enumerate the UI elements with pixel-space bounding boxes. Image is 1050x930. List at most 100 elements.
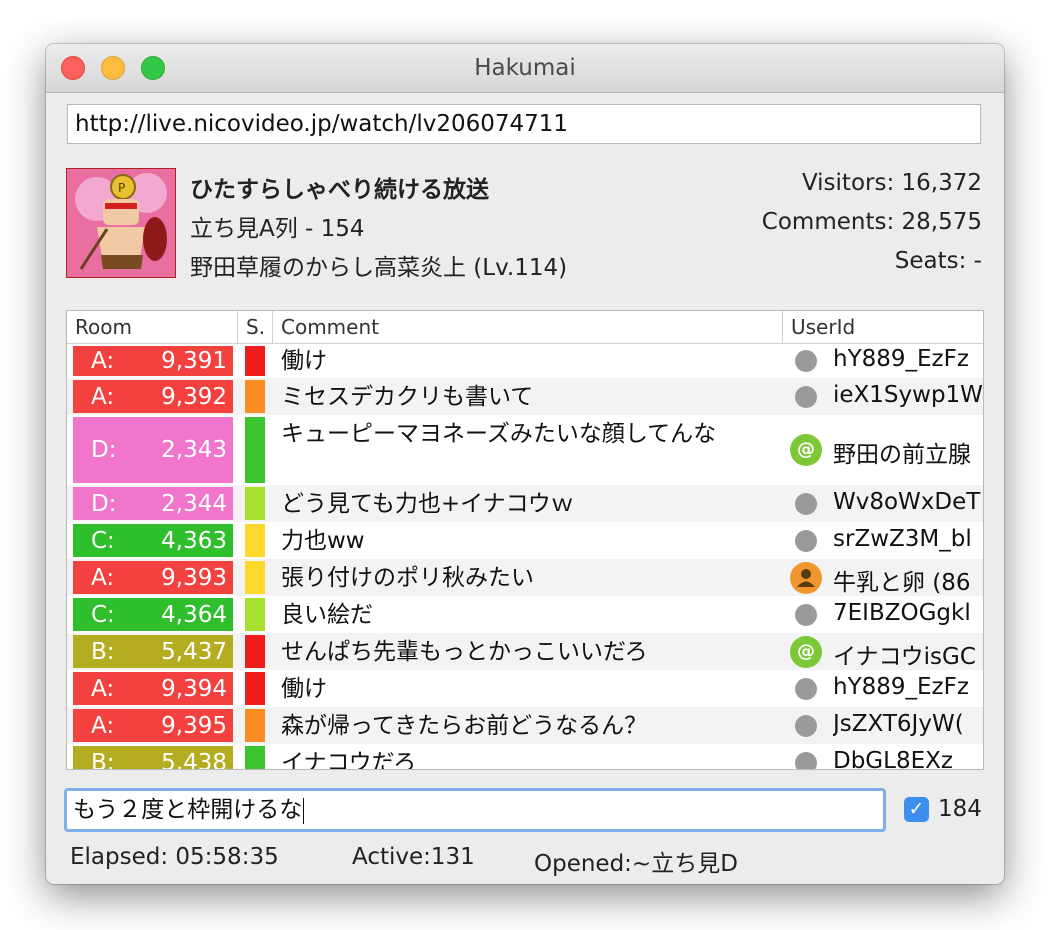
score-indicator bbox=[245, 635, 265, 668]
column-header-userid[interactable]: UserId bbox=[782, 311, 983, 343]
score-indicator bbox=[245, 598, 265, 631]
visitors-count: Visitors: 16,372 bbox=[801, 170, 982, 196]
user-silhouette-icon bbox=[790, 562, 822, 594]
svg-text:P: P bbox=[118, 181, 125, 195]
comment-table[interactable]: Room S. Comment UserId A: 9,391 働け hY889_Ez… bbox=[66, 310, 984, 770]
gray-dot-icon bbox=[795, 350, 817, 372]
user-id: 牛乳と卵 (86 bbox=[833, 570, 971, 596]
table-row[interactable]: A: 9,394 働け hY889_EzFz bbox=[67, 670, 983, 707]
room-cell: A: 9,391 bbox=[73, 346, 233, 376]
room-label: B: bbox=[91, 638, 115, 665]
live-room: 立ち見A列 - 154 bbox=[190, 216, 365, 242]
comment-text: 森が帰ってきたらお前どうなるん？ bbox=[281, 713, 648, 739]
gray-dot-icon bbox=[795, 715, 817, 737]
gray-dot-icon bbox=[795, 386, 817, 408]
room-label: D: bbox=[91, 437, 117, 463]
room-cell: A: 9,392 bbox=[73, 380, 233, 413]
score-indicator bbox=[245, 746, 265, 769]
table-row[interactable]: D: 2,343 キューピーマヨネーズみたいな顔してんな @ 野田の前立腺 bbox=[67, 415, 983, 485]
community-thumbnail-image: P bbox=[67, 169, 175, 277]
column-header-comment[interactable]: Comment bbox=[272, 311, 782, 343]
comment-text: 力也ww bbox=[281, 528, 365, 554]
room-label: A: bbox=[91, 564, 115, 591]
comment-text: イナコウだろ bbox=[281, 750, 417, 770]
table-header: Room S. Comment UserId bbox=[67, 311, 983, 344]
table-row[interactable]: B: 5,438 イナコウだろ DbGL8EXz bbox=[67, 744, 983, 770]
column-header-room[interactable]: Room bbox=[67, 311, 235, 343]
at-sign-icon: @ bbox=[790, 636, 822, 668]
comment-number: 5,437 bbox=[161, 638, 227, 665]
anonymous-checkbox[interactable]: ✓ bbox=[904, 797, 929, 822]
comment-number: 5,438 bbox=[161, 749, 227, 770]
gray-dot-icon bbox=[795, 604, 817, 626]
room-label: C: bbox=[91, 527, 115, 554]
seats-count: Seats: - bbox=[894, 248, 982, 274]
score-indicator bbox=[245, 380, 265, 413]
gray-dot-icon bbox=[795, 752, 817, 769]
table-row[interactable]: D: 2,344 どう見ても力也+イナコウｗ Wv8oWxDeT bbox=[67, 485, 983, 522]
score-indicator bbox=[245, 346, 265, 376]
user-id: JsZXT6JyW( bbox=[833, 711, 964, 737]
table-row[interactable]: B: 5,437 せんぱち先輩もっとかっこいいだろ @ イナコウisGC bbox=[67, 633, 983, 670]
room-cell: C: 4,364 bbox=[73, 598, 233, 631]
room-label: C: bbox=[91, 601, 115, 628]
table-row[interactable]: A: 9,393 張り付けのポリ秋みたい 牛乳と卵 (86 bbox=[67, 559, 983, 596]
score-indicator bbox=[245, 672, 265, 705]
user-id: srZwZ3M_bl bbox=[833, 526, 972, 552]
comment-number: 9,395 bbox=[161, 712, 227, 739]
room-cell: C: 4,363 bbox=[73, 524, 233, 557]
user-id: DbGL8EXz bbox=[833, 748, 953, 770]
comment-number: 4,364 bbox=[161, 601, 227, 628]
room-cell: A: 9,393 bbox=[73, 561, 233, 594]
live-title: ひたすらしゃべり続ける放送 bbox=[190, 177, 489, 203]
anonymous-checkbox-label: 184 bbox=[938, 796, 982, 822]
room-cell: B: 5,437 bbox=[73, 635, 233, 668]
user-id: Wv8oWxDeT bbox=[833, 489, 981, 515]
gray-dot-icon bbox=[795, 530, 817, 552]
table-row[interactable]: A: 9,391 働け hY889_EzFz bbox=[67, 344, 983, 378]
user-id: hY889_EzFz bbox=[833, 674, 969, 700]
comment-number: 2,344 bbox=[161, 490, 227, 517]
comment-text: どう見ても力也+イナコウｗ bbox=[281, 491, 574, 517]
user-id: 野田の前立腺 bbox=[833, 442, 971, 468]
comment-text: 良い絵だ bbox=[281, 602, 373, 628]
title-bar[interactable]: Hakumai bbox=[46, 44, 1004, 93]
comment-number: 9,394 bbox=[161, 675, 227, 702]
community-thumbnail: P bbox=[66, 168, 176, 278]
room-label: A: bbox=[91, 712, 115, 739]
table-row[interactable]: C: 4,363 力也ww srZwZ3M_bl bbox=[67, 522, 983, 559]
room-cell: A: 9,394 bbox=[73, 672, 233, 705]
comment-text: 働け bbox=[281, 676, 327, 702]
table-row[interactable]: A: 9,392 ミセスデカクリも書いて ieX1Sywp1W bbox=[67, 378, 983, 415]
comment-text: 働け bbox=[281, 348, 327, 374]
table-row[interactable]: A: 9,395 森が帰ってきたらお前どうなるん？ JsZXT6JyW( bbox=[67, 707, 983, 744]
room-label: A: bbox=[91, 675, 115, 702]
at-sign-icon: @ bbox=[790, 434, 822, 466]
room-label: D: bbox=[91, 490, 117, 517]
gray-dot-icon bbox=[795, 493, 817, 515]
room-cell: D: 2,344 bbox=[73, 487, 233, 520]
comment-number: 9,392 bbox=[161, 383, 227, 410]
window-title: Hakumai bbox=[474, 55, 576, 81]
comment-post-input[interactable]: もう２度と枠開けるな bbox=[64, 788, 886, 832]
comment-text: 張り付けのポリ秋みたい bbox=[281, 565, 534, 591]
room-label: A: bbox=[91, 348, 115, 374]
opened-rooms: Opened:~立ち見D bbox=[534, 851, 738, 877]
score-indicator bbox=[245, 709, 265, 742]
gray-dot-icon bbox=[795, 678, 817, 700]
score-indicator bbox=[245, 417, 265, 483]
active-count: Active:131 bbox=[352, 844, 475, 870]
comment-text: キューピーマヨネーズみたいな顔してんな bbox=[281, 421, 717, 447]
table-row[interactable]: C: 4,364 良い絵だ 7EIBZOGgkl bbox=[67, 596, 983, 633]
column-header-score[interactable]: S. bbox=[237, 311, 271, 343]
user-id: hY889_EzFz bbox=[833, 346, 969, 372]
comment-number: 9,393 bbox=[161, 564, 227, 591]
score-indicator bbox=[245, 487, 265, 520]
live-url-input[interactable]: http://live.nicovideo.jp/watch/lv2060747… bbox=[67, 104, 981, 144]
text-caret bbox=[303, 797, 305, 824]
room-cell: D: 2,343 bbox=[73, 417, 233, 483]
app-window: Hakumai http://live.nicovideo.jp/watch/l… bbox=[46, 44, 1004, 884]
comments-count: Comments: 28,575 bbox=[761, 209, 982, 235]
elapsed-time: Elapsed: 05:58:35 bbox=[70, 844, 279, 870]
comment-number: 2,343 bbox=[161, 437, 227, 463]
